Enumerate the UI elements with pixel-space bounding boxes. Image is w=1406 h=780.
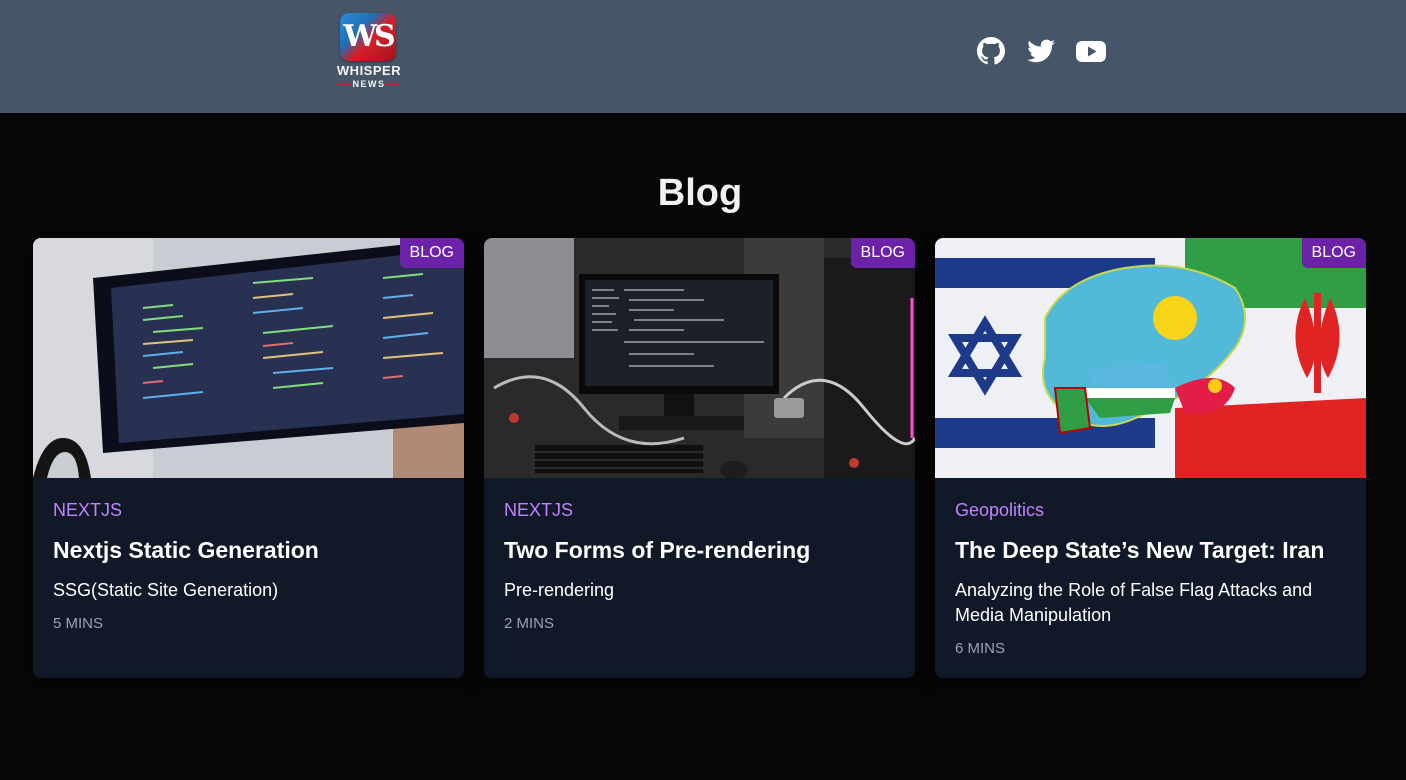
post-badge: BLOG [1301,238,1366,268]
post-read-time: 5 MINS [53,615,104,632]
logo-mark: WS [343,19,395,54]
flags-map-photo [935,238,1366,478]
post-card[interactable]: BLOG Geopolitics The Deep State’s New Ta… [935,238,1366,678]
post-card[interactable]: BLOG NEXTJS Nextjs Static Generation SSG… [33,238,464,678]
post-title[interactable]: Nextjs Static Generation [53,536,448,564]
site-logo[interactable]: WS WHISPER NEWS [328,11,410,91]
twitter-icon[interactable] [1025,35,1057,67]
logo-subtitle: NEWS [352,79,386,89]
post-title[interactable]: The Deep State’s New Target: Iran [955,536,1350,564]
logo-badge: WS [340,13,396,61]
post-description: Analyzing the Role of False Flag Attacks… [955,580,1313,625]
monitor-code-photo [33,238,464,478]
post-title[interactable]: Two Forms of Pre-rendering [504,536,899,564]
site-header: WS WHISPER NEWS [0,0,1406,113]
post-card[interactable]: BLOG NEXTJS Two Forms of Pre-rendering P… [484,238,915,678]
post-description: Pre-rendering [504,580,615,600]
post-badge: BLOG [399,238,464,268]
post-read-time: 2 MINS [504,615,555,632]
github-icon[interactable] [975,35,1007,67]
page-title: Blog [657,172,743,214]
post-description: SSG(Static Site Generation) [53,580,279,600]
post-category[interactable]: NEXTJS [504,500,573,521]
computer-workstation-photo [484,238,915,478]
post-read-time: 6 MINS [955,640,1006,657]
logo-title: WHISPER [336,63,402,78]
post-badge: BLOG [850,238,915,268]
youtube-icon[interactable] [1075,35,1107,67]
post-category[interactable]: Geopolitics [955,500,1044,521]
post-category[interactable]: NEXTJS [53,500,122,521]
